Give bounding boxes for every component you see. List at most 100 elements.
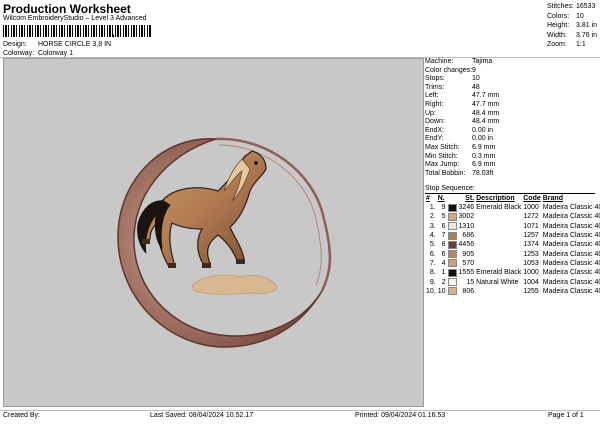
row-color-swatch	[447, 249, 458, 259]
row-brand: Madeira Classic 40	[542, 204, 600, 212]
table-row: 1. 9 3246 Emerald Black 1000 Madeira Classic …	[425, 203, 600, 212]
ground-shadow	[191, 274, 278, 295]
design-value: HORSE CIRCLE 3,8 IN	[37, 41, 112, 48]
row-description	[475, 222, 522, 231]
color-swatch	[447, 222, 457, 231]
row-stitches: 4456	[458, 241, 475, 249]
embroidery-image	[117, 137, 332, 348]
row-code: 1071	[523, 222, 539, 230]
row-number: 3.	[429, 222, 436, 230]
design-preview	[3, 58, 424, 407]
row-color-swatch	[447, 240, 458, 249]
stats-panel: Stitches: 16533 Colors: 10 Height: 3.81 in …	[547, 3, 597, 51]
row-color-swatch	[447, 277, 458, 287]
row-color-swatch	[447, 231, 458, 240]
row-brand: Madeira Classic 40	[542, 250, 600, 258]
stat-width: Width: 3.76 in	[547, 31, 598, 39]
table-row: 10. 10 806 1255 Madeira Classic 40	[425, 287, 600, 296]
row-description	[475, 212, 522, 221]
row-description	[475, 231, 522, 240]
row-code: 1000	[523, 269, 539, 277]
row-description: Emerald Black	[476, 269, 522, 277]
row-description	[475, 259, 522, 268]
row-color-swatch	[447, 259, 458, 268]
row-needle: 10	[437, 287, 446, 295]
row-color-swatch	[447, 287, 458, 296]
colorway-label: Colorway:	[3, 50, 35, 57]
row-brand: Madeira Classic 40	[542, 241, 600, 249]
color-swatch	[447, 231, 457, 240]
row-number: 9.	[429, 278, 436, 286]
row-code: 1000	[523, 204, 539, 212]
color-swatch	[447, 203, 457, 212]
row-number: 10.	[426, 287, 436, 295]
color-swatch	[447, 259, 457, 268]
row-needle: 6	[441, 222, 446, 230]
colorway-row: Colorway: Colorway 1	[3, 50, 73, 57]
row-color-swatch	[447, 268, 458, 277]
row-stitches: 1555	[458, 269, 475, 277]
row-color-swatch	[447, 212, 458, 221]
row-brand: Madeira Classic 40	[542, 213, 600, 221]
row-number: 4.	[429, 232, 436, 240]
machine-info: Machine: Tajima Color changes:9 Stops: 10 …	[425, 58, 500, 177]
last-saved: Last Saved: 08/04/2024 10.52.17	[150, 412, 254, 419]
row-code: 1272	[523, 213, 539, 221]
row-brand: Madeira Classic 40	[542, 269, 600, 277]
row-code: 1257	[523, 232, 539, 240]
row-color-swatch	[447, 222, 458, 231]
row-needle: 9	[441, 204, 446, 212]
row-brand: Madeira Classic 40	[542, 259, 600, 267]
barcode-mark: ,	[112, 28, 115, 39]
software-name: Wilcom EmbroideryStudio – Level 3 Advanc…	[3, 15, 147, 22]
color-swatch	[447, 212, 457, 221]
stat-stitches: Stitches: 16533	[547, 3, 596, 10]
page-title: Production Worksheet	[3, 2, 131, 16]
row-needle: 6	[441, 250, 446, 258]
printed-date: Printed: 09/04/2024 01.16.53	[355, 412, 446, 419]
row-stitches: 806	[462, 287, 475, 295]
row-code: 1255	[523, 287, 539, 295]
table-row: 5. 8 4456 1374 Madeira Classic 40	[425, 240, 600, 249]
row-code: 1053	[523, 259, 539, 267]
row-needle: 1	[441, 269, 446, 277]
row-description: Emerald Black	[476, 204, 522, 212]
table-row: 8. 1 1555 Emerald Black 1000 Madeira Classic …	[425, 268, 600, 277]
table-row: 4. 7 686 1257 Madeira Classic 40	[425, 231, 600, 240]
row-stitches: 3246	[458, 204, 475, 212]
color-swatch	[447, 240, 457, 249]
stop-sequence-table: # N. St. Description Code Brand 1. 9 3246 E…	[425, 194, 600, 296]
row-needle: 7	[441, 232, 446, 240]
row-needle: 4	[441, 259, 446, 267]
row-number: 7.	[429, 259, 436, 267]
stat-height: Height: 3.81 in	[547, 22, 598, 29]
row-number: 6.	[429, 250, 436, 258]
row-description	[475, 287, 522, 296]
footer-divider	[0, 410, 600, 411]
row-code: 1004	[523, 278, 539, 286]
row-description	[475, 240, 522, 249]
design-label: Design:	[3, 41, 27, 48]
row-description	[475, 249, 522, 258]
row-number: 2.	[429, 213, 436, 221]
table-row: 7. 4 570 1053 Madeira Classic 40	[425, 259, 600, 268]
stat-colors: Colors: 10	[547, 12, 584, 20]
row-stitches: 570	[462, 259, 475, 267]
table-row: 6. 6 905 1253 Madeira Classic 40	[425, 249, 600, 259]
row-brand: Madeira Classic 40	[542, 278, 600, 286]
row-stitches: 905	[462, 250, 475, 258]
stat-zoom: Zoom: 1:1	[547, 41, 586, 48]
barcode	[3, 25, 151, 37]
created-by: Created By:	[3, 412, 40, 419]
table-header-row: # N. St. Description Code Brand	[426, 195, 563, 202]
page-number: Page 1 of 1	[548, 412, 584, 419]
row-color-swatch	[447, 203, 458, 212]
colorway-value: Colorway 1	[37, 50, 73, 57]
table-row: 3. 6 1310 1071 Madeira Classic 40	[425, 222, 600, 231]
row-code: 1374	[523, 241, 539, 249]
color-swatch	[447, 250, 457, 259]
row-needle: 8	[441, 241, 446, 249]
row-brand: Madeira Classic 40	[542, 287, 600, 295]
row-stitches: 686	[462, 232, 475, 240]
color-swatch	[447, 268, 457, 277]
